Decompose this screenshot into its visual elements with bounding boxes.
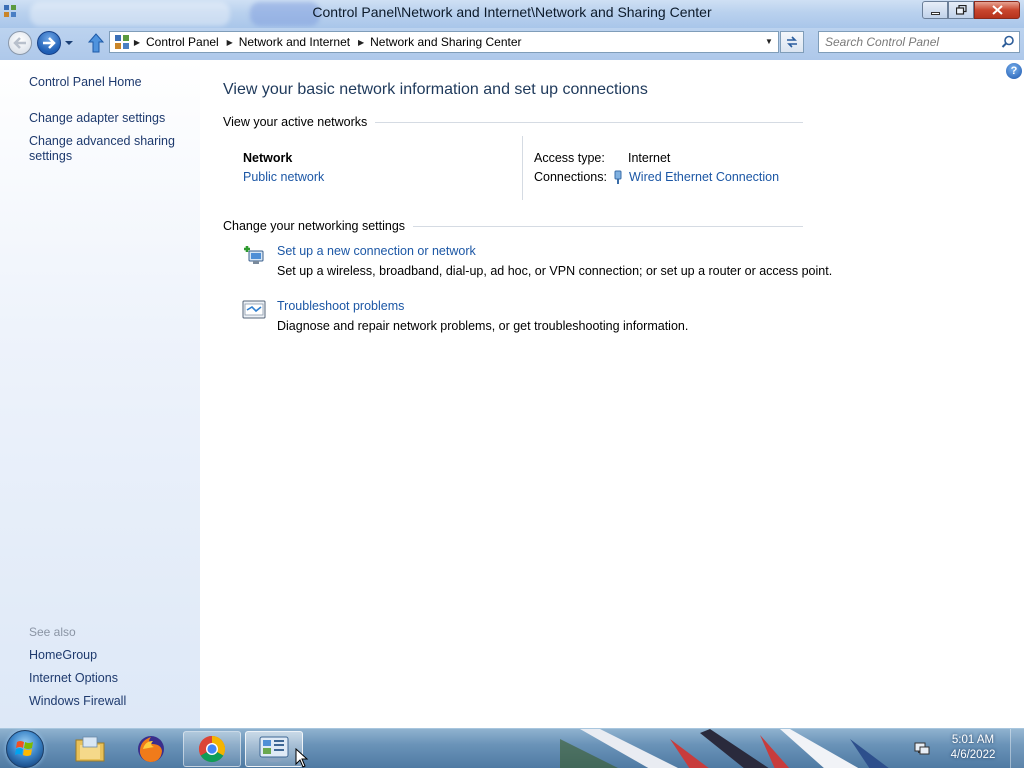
close-icon (991, 5, 1003, 15)
troubleshoot-problems-description: Diagnose and repair network problems, or… (277, 319, 689, 333)
chrome-icon (198, 735, 226, 763)
troubleshoot-icon (242, 300, 266, 319)
main-content: ? View your basic network information an… (200, 60, 1024, 728)
navigation-bar: ▶ Control Panel ▶ Network and Internet ▶… (0, 28, 1024, 60)
sidebar-link-homegroup[interactable]: HomeGroup (29, 648, 97, 663)
restore-icon (955, 5, 967, 15)
breadcrumb-network-and-sharing-center[interactable]: Network and Sharing Center (368, 35, 525, 49)
clock-time: 5:01 AM (951, 734, 995, 746)
show-desktop-button[interactable] (1010, 729, 1024, 768)
folder-icon (75, 736, 105, 762)
see-also-heading: See also (29, 625, 76, 639)
sidebar-link-internet-options[interactable]: Internet Options (29, 671, 118, 686)
troubleshoot-problems-link[interactable]: Troubleshoot problems (277, 299, 404, 313)
close-button[interactable] (974, 1, 1020, 19)
up-level-arrow-icon[interactable] (86, 32, 106, 54)
access-type-label: Access type: (534, 151, 605, 165)
network-divider (522, 136, 523, 200)
refresh-button[interactable] (780, 31, 804, 53)
address-dropdown-icon[interactable]: ▼ (762, 34, 776, 50)
window-title-bar[interactable]: Control Panel\Network and Internet\Netwo… (0, 0, 1024, 28)
network-name: Network (243, 151, 293, 165)
taskbar-chrome[interactable] (183, 731, 241, 767)
recent-pages-chevron-icon[interactable] (64, 37, 74, 49)
network-tray-icon[interactable] (914, 741, 930, 757)
taskbar-windows-explorer[interactable] (61, 731, 119, 767)
breadcrumb-separator-icon[interactable]: ▶ (223, 38, 237, 47)
sidebar-link-windows-firewall[interactable]: Windows Firewall (29, 694, 126, 709)
breadcrumb-control-panel[interactable]: Control Panel (144, 35, 223, 49)
help-icon[interactable]: ? (1006, 63, 1022, 79)
forward-arrow-icon (43, 37, 56, 49)
minimize-button[interactable] (922, 1, 948, 19)
taskbar: 5:01 AM 4/6/2022 (0, 728, 1024, 768)
mouse-cursor-icon (295, 748, 309, 768)
start-button[interactable] (6, 730, 44, 768)
system-clock[interactable]: 5:01 AM 4/6/2022 (942, 733, 1004, 763)
network-type-link[interactable]: Public network (243, 170, 324, 184)
new-connection-icon (244, 246, 264, 264)
window-title: Control Panel\Network and Internet\Netwo… (312, 4, 712, 20)
control-panel-icon (115, 35, 129, 49)
ethernet-connection-icon (614, 170, 622, 184)
networking-settings-label: Change your networking settings (223, 219, 406, 233)
back-button[interactable] (8, 31, 32, 55)
access-type-value: Internet (628, 151, 671, 165)
breadcrumb-network-and-internet[interactable]: Network and Internet (237, 35, 354, 49)
refresh-icon (787, 36, 797, 48)
back-arrow-icon (13, 37, 26, 49)
clock-date: 4/6/2022 (950, 749, 996, 761)
windows-logo-icon (15, 741, 33, 756)
sidebar-link-change-advanced-sharing-settings[interactable]: Change advanced sharing settings (29, 134, 179, 164)
connections-label: Connections: (534, 170, 607, 184)
wallpaper-artwork (560, 729, 889, 768)
setup-new-connection-link[interactable]: Set up a new connection or network (277, 244, 476, 258)
breadcrumb-separator-icon[interactable]: ▶ (354, 38, 368, 47)
breadcrumb-separator-icon[interactable]: ▶ (130, 38, 144, 47)
active-networks-heading: View your active networks (223, 115, 803, 129)
search-input[interactable] (819, 32, 999, 52)
active-networks-label: View your active networks (223, 115, 368, 129)
search-box (818, 31, 1020, 53)
minimize-icon (930, 11, 940, 15)
networking-settings-heading: Change your networking settings (223, 219, 803, 233)
section-divider (413, 225, 803, 227)
section-divider (375, 121, 803, 123)
control-panel-icon (259, 736, 289, 762)
firefox-icon (138, 736, 164, 762)
taskbar-firefox[interactable] (122, 731, 180, 767)
wired-ethernet-connection-link[interactable]: Wired Ethernet Connection (629, 170, 779, 184)
setup-new-connection-description: Set up a wireless, broadband, dial-up, a… (277, 264, 833, 278)
search-icon[interactable] (1001, 35, 1015, 49)
sidebar-link-change-adapter-settings[interactable]: Change adapter settings (29, 111, 165, 126)
sidebar: Control Panel Home Change adapter settin… (0, 60, 200, 728)
restore-button[interactable] (948, 1, 974, 19)
sidebar-link-control-panel-home[interactable]: Control Panel Home (29, 75, 142, 90)
forward-button[interactable] (37, 31, 61, 55)
address-bar[interactable]: ▶ Control Panel ▶ Network and Internet ▶… (109, 31, 779, 53)
page-title: View your basic network information and … (223, 81, 648, 98)
